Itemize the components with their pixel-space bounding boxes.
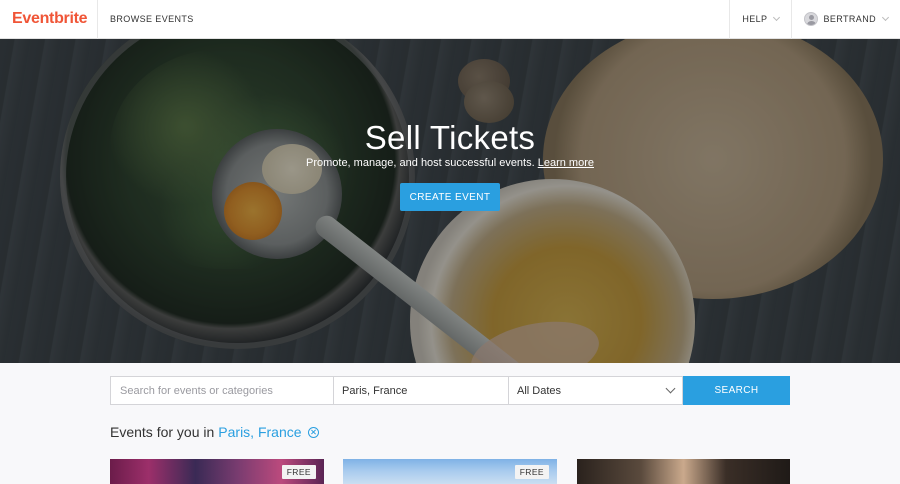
free-badge: FREE: [514, 465, 549, 479]
events-heading: Events for you in Paris, France: [110, 424, 319, 440]
chevron-down-icon: [881, 13, 890, 22]
chevron-down-icon: [665, 383, 676, 394]
free-badge: FREE: [281, 465, 316, 479]
create-event-button[interactable]: CREATE EVENT: [400, 183, 500, 211]
event-card[interactable]: FREE: [110, 459, 324, 484]
clear-location-icon[interactable]: [307, 426, 319, 438]
chevron-down-icon: [773, 13, 781, 22]
browse-events-link[interactable]: BROWSE EVENTS: [98, 14, 194, 24]
hero-subtitle: Promote, manage, and host successful eve…: [0, 157, 900, 169]
hero-subtitle-text: Promote, manage, and host successful eve…: [305, 157, 535, 169]
events-heading-prefix: Events for you in: [110, 424, 215, 440]
avatar-icon: [804, 12, 819, 26]
hero-title: Sell Tickets: [364, 119, 536, 156]
user-menu[interactable]: BERTRAND: [791, 0, 900, 39]
dates-select-value: All Dates: [517, 384, 562, 397]
search-button[interactable]: SEARCH: [683, 376, 790, 405]
user-name: BERTRAND: [823, 14, 876, 24]
events-city-link[interactable]: Paris, France: [218, 424, 301, 440]
learn-more-link[interactable]: Learn more: [538, 157, 594, 169]
location-input[interactable]: Paris, France: [334, 376, 509, 405]
event-card[interactable]: FREE: [343, 459, 557, 484]
event-card[interactable]: [577, 459, 790, 484]
help-label: HELP: [742, 14, 768, 24]
help-menu[interactable]: HELP: [729, 0, 791, 39]
search-bar: Search for events or categories Paris, F…: [110, 376, 790, 405]
dates-select[interactable]: All Dates: [509, 376, 683, 405]
top-nav: Eventbrite BROWSE EVENTS HELP BERTRAND: [0, 0, 900, 39]
search-input[interactable]: Search for events or categories: [110, 376, 334, 405]
eventbrite-logo[interactable]: Eventbrite: [0, 0, 98, 39]
